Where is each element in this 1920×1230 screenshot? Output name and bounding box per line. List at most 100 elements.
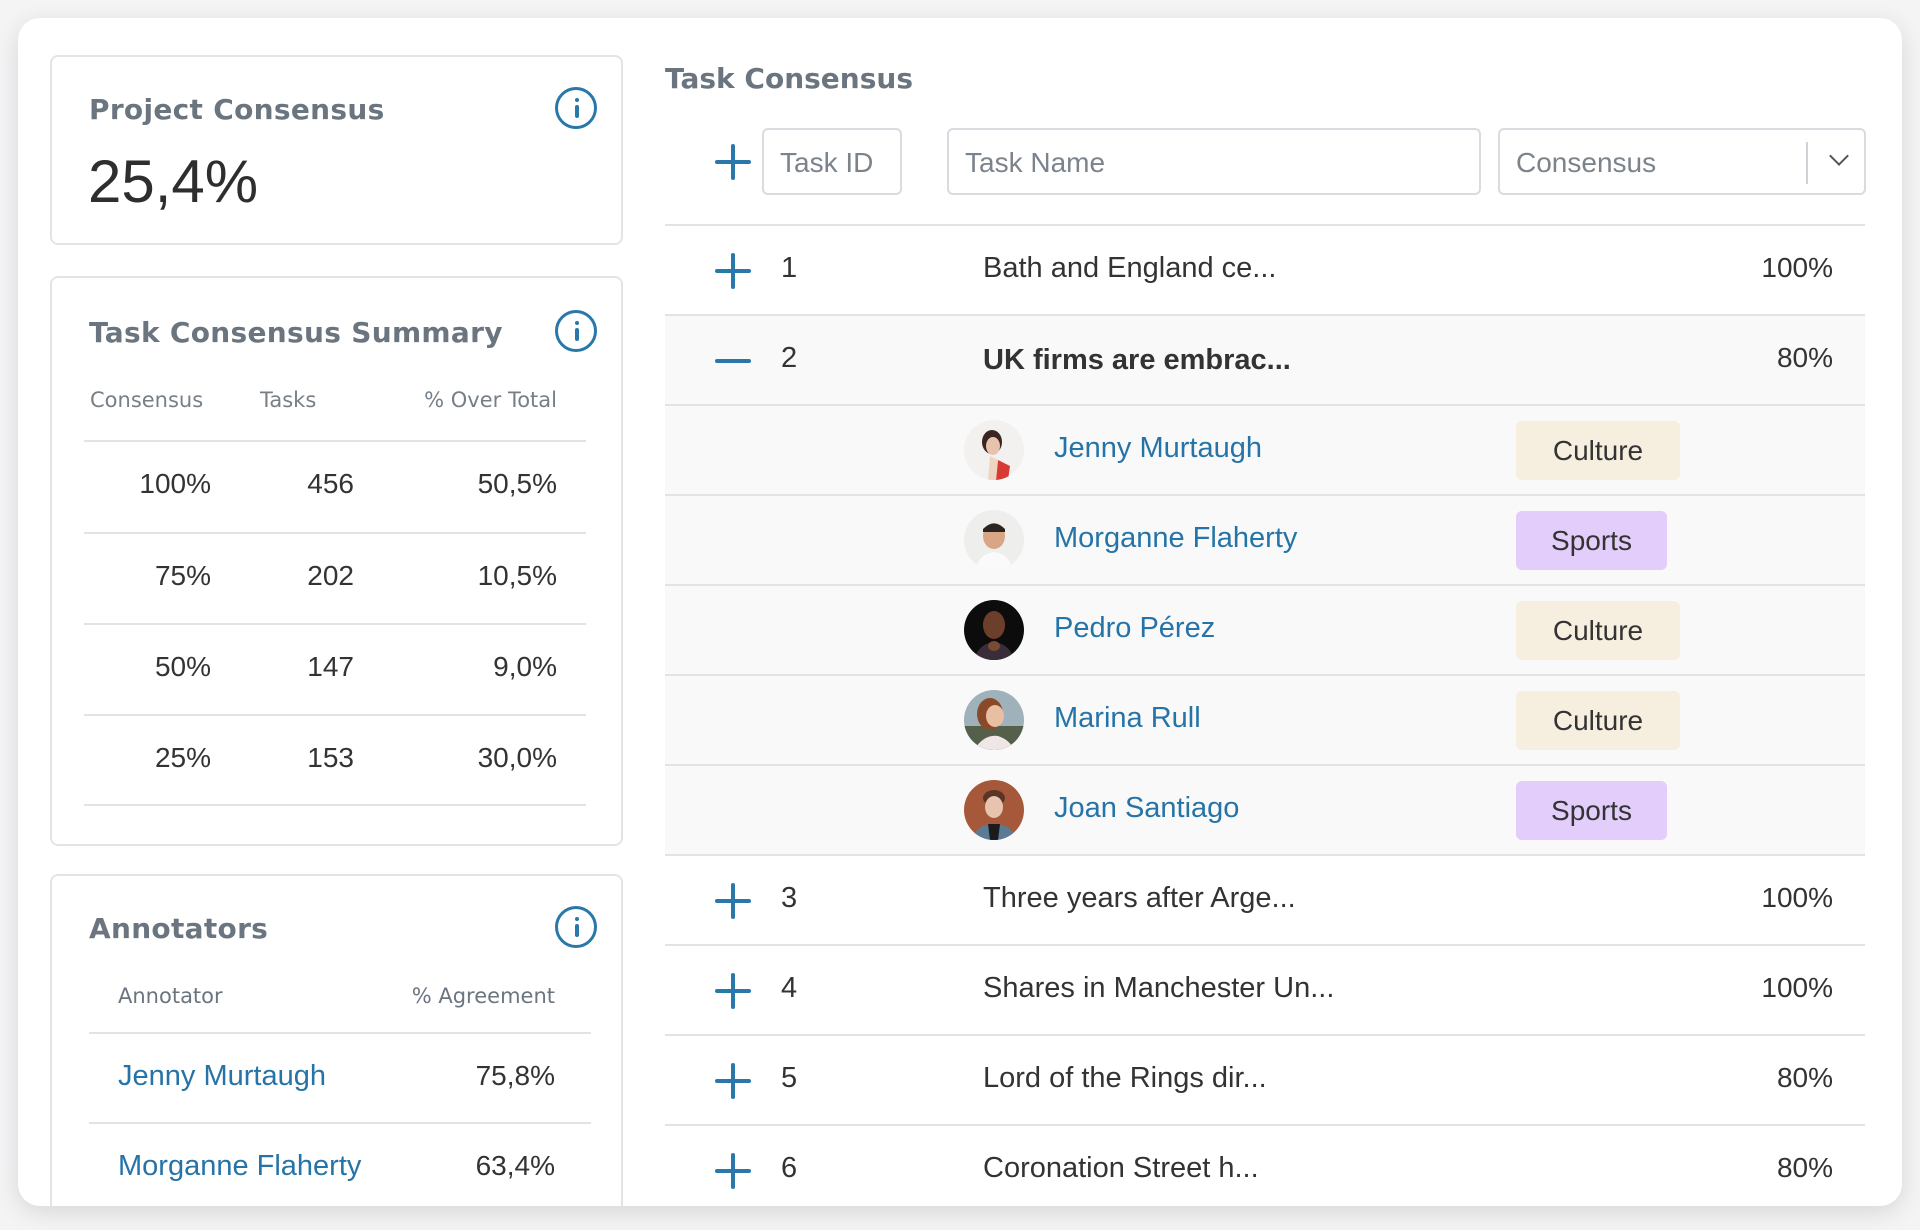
header-tasks: Tasks [260,388,317,412]
expand-icon[interactable] [715,1063,751,1099]
task-row[interactable]: 6 Coronation Street h... 80% [665,1124,1865,1206]
task-name: Bath and England ce... [983,252,1277,284]
task-name-filter[interactable]: Task Name [947,128,1481,195]
annotator-link[interactable]: Marina Rull [1054,702,1201,735]
annotator-link[interactable]: Morganne Flaherty [118,1150,361,1183]
annotator-row: Morganne Flaherty 63,4% [52,1124,621,1206]
annotation-row: Marina Rull Culture [665,674,1865,764]
tasks-cell: 153 [307,742,354,773]
consensus-cell: 75% [154,560,211,591]
annotator-link[interactable]: Pedro Pérez [1054,612,1215,645]
consensus-cell: 100% [139,468,211,499]
annotation-row: Pedro Pérez Culture [665,584,1865,674]
annotation-row: Joan Santiago Sports [665,764,1865,854]
annotator-link[interactable]: Jenny Murtaugh [1054,432,1262,465]
label-tag-culture: Culture [1516,421,1680,480]
task-consensus: 100% [1761,882,1833,913]
tasks-cell: 456 [307,468,354,499]
pct-cell: 50,5% [477,468,557,499]
header-pct-over-total: % Over Total [424,388,557,412]
summary-row: 75% 202 10,5% [52,534,621,624]
task-consensus: 100% [1761,972,1833,1003]
app-frame: Project Consensus 25,4% Task Consensus S… [18,18,1902,1206]
divider [84,804,586,806]
avatar [964,600,1024,660]
label-tag-culture: Culture [1516,601,1680,660]
expand-icon[interactable] [715,1153,751,1189]
consensus-select-value: Consensus [1516,147,1657,178]
avatar [964,420,1024,480]
task-name: Three years after Arge... [983,882,1296,914]
header-agreement: % Agreement [411,984,555,1008]
task-id-placeholder: Task ID [780,147,874,178]
pct-cell: 10,5% [477,560,557,591]
tasks-cell: 147 [307,651,354,682]
label-tag-sports: Sports [1516,511,1667,570]
info-icon[interactable] [555,906,597,948]
task-name: Coronation Street h... [983,1152,1259,1184]
task-consensus: 100% [1761,252,1833,283]
add-icon[interactable] [715,144,751,180]
task-consensus-summary-card: Task Consensus Summary Consensus Tasks %… [50,276,623,846]
task-id: 6 [781,1152,798,1184]
expand-icon[interactable] [715,973,751,1009]
task-name: Lord of the Rings dir... [983,1062,1267,1094]
task-row[interactable]: 5 Lord of the Rings dir... 80% [665,1034,1865,1124]
annotator-link[interactable]: Joan Santiago [1054,792,1239,825]
task-id-filter[interactable]: Task ID [762,128,902,195]
task-consensus: 80% [1776,342,1833,373]
pct-cell: 9,0% [493,651,557,682]
agreement-value: 63,4% [475,1150,555,1181]
consensus-cell: 50% [154,651,211,682]
info-icon[interactable] [555,310,597,352]
info-icon[interactable] [555,87,597,129]
header-consensus: Consensus [90,388,204,412]
summary-title: Task Consensus Summary [89,316,503,349]
avatar [964,690,1024,750]
chevron-down-icon[interactable] [1829,146,1849,166]
task-id: 2 [781,342,798,374]
consensus-select[interactable]: Consensus [1498,128,1866,195]
annotator-link[interactable]: Morganne Flaherty [1054,522,1297,555]
task-consensus: 80% [1776,1062,1833,1093]
task-name-placeholder: Task Name [965,147,1106,178]
label-tag-sports: Sports [1516,781,1667,840]
task-row[interactable]: 4 Shares in Manchester Un... 100% [665,944,1865,1034]
task-name: UK firms are embrac... [983,344,1291,376]
summary-row: 25% 153 30,0% [52,716,621,806]
project-consensus-card: Project Consensus 25,4% [50,55,623,245]
annotation-row: Morganne Flaherty Sports [665,494,1865,584]
summary-row: 50% 147 9,0% [52,625,621,715]
avatar [964,510,1024,570]
pct-cell: 30,0% [477,742,557,773]
project-consensus-value: 25,4% [88,148,259,215]
collapse-icon[interactable] [715,343,751,379]
task-row[interactable]: 3 Three years after Arge... 100% [665,854,1865,944]
annotation-row: Jenny Murtaugh Culture [665,404,1865,494]
tasks-cell: 202 [307,560,354,591]
avatar [964,780,1024,840]
task-consensus: 80% [1776,1152,1833,1183]
task-id: 1 [781,252,798,284]
annotator-row: Jenny Murtaugh 75,8% [52,1034,621,1124]
label-tag-culture: Culture [1516,691,1680,750]
summary-header: Consensus Tasks % Over Total [52,388,621,418]
project-consensus-title: Project Consensus [89,93,385,126]
task-consensus-title: Task Consensus [665,62,913,95]
task-id: 5 [781,1062,798,1094]
task-row[interactable]: 1 Bath and England ce... 100% [665,224,1865,314]
agreement-value: 75,8% [475,1060,555,1091]
expand-icon[interactable] [715,883,751,919]
annotator-link[interactable]: Jenny Murtaugh [118,1060,326,1093]
consensus-cell: 25% [154,742,211,773]
task-id: 3 [781,882,798,914]
annotators-card: Annotators Annotator % Agreement Jenny M… [50,874,623,1206]
summary-row: 100% 456 50,5% [52,442,621,532]
annotators-title: Annotators [89,912,269,945]
task-id: 4 [781,972,798,1004]
task-name: Shares in Manchester Un... [983,972,1335,1004]
select-divider [1806,142,1808,184]
task-row-expanded[interactable]: 2 UK firms are embrac... 80% [665,314,1865,404]
header-annotator: Annotator [118,984,223,1008]
expand-icon[interactable] [715,253,751,289]
